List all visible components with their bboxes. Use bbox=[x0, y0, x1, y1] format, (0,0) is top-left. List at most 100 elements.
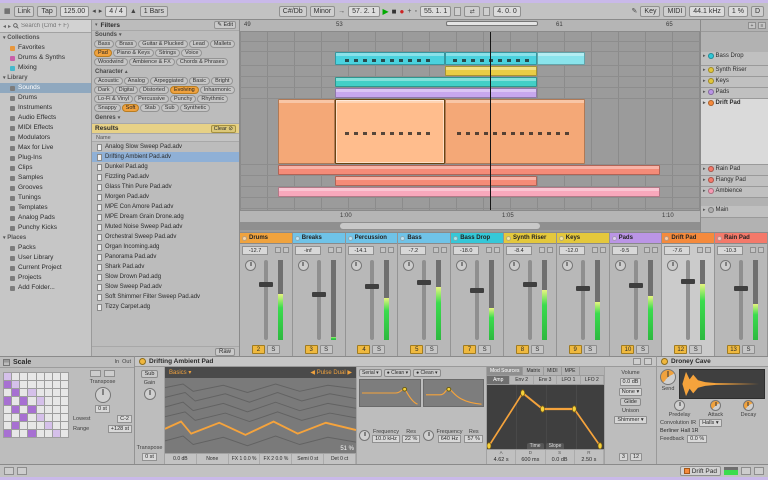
osc-parameter[interactable]: Det 0 ct bbox=[324, 454, 356, 464]
track-arm-button[interactable] bbox=[707, 53, 714, 59]
pitch-cell[interactable] bbox=[60, 389, 68, 397]
unfold-track-icon[interactable]: ▸ bbox=[703, 53, 706, 60]
volume-fader[interactable] bbox=[575, 260, 590, 340]
fader-handle[interactable] bbox=[734, 286, 749, 292]
beat-time-ruler[interactable]: 49 53 57 61 65 bbox=[240, 20, 700, 32]
track-header[interactable]: ▸ Drift Pad bbox=[701, 99, 768, 165]
sends-icon[interactable] bbox=[327, 247, 334, 253]
filter-tag[interactable]: Bass bbox=[94, 40, 115, 48]
track-activator[interactable]: 12 bbox=[674, 345, 688, 354]
filter-tag[interactable]: Arpeggiated bbox=[149, 77, 188, 85]
pitch-cell[interactable] bbox=[4, 389, 12, 397]
mixer-track-tab[interactable]: Drift Pad bbox=[662, 233, 715, 244]
filter2-res-knob[interactable] bbox=[423, 430, 435, 441]
filter-tag[interactable]: Sub bbox=[160, 104, 179, 112]
sidebar-place-item[interactable]: User Library bbox=[0, 253, 91, 263]
track-arm-button[interactable] bbox=[707, 78, 714, 84]
volume-fader[interactable] bbox=[470, 260, 485, 340]
mixer-track-tab[interactable]: Pads bbox=[609, 233, 662, 244]
io-icon[interactable] bbox=[282, 247, 289, 253]
pitch-cell[interactable] bbox=[52, 373, 60, 381]
ir-category-select[interactable]: Halls ▾ bbox=[699, 419, 722, 427]
track-activator[interactable]: 9 bbox=[568, 345, 582, 354]
wavetable-position-value[interactable]: 51 % bbox=[340, 446, 354, 452]
pitch-cell[interactable] bbox=[4, 381, 12, 389]
filter-tag[interactable]: Strings bbox=[154, 49, 180, 57]
pitch-cell[interactable] bbox=[36, 373, 44, 381]
filter-tag[interactable]: Woodwind bbox=[94, 58, 128, 66]
pitch-cell[interactable] bbox=[52, 405, 60, 413]
filter-tag[interactable]: Guitar & Plucked bbox=[138, 40, 188, 48]
fader-handle[interactable] bbox=[470, 288, 485, 293]
sends-icon[interactable] bbox=[697, 247, 704, 253]
envelope-tab[interactable]: Amp bbox=[487, 376, 511, 384]
pitch-cell[interactable] bbox=[20, 397, 28, 405]
sends-icon[interactable] bbox=[274, 247, 281, 253]
browser-result-row[interactable]: MPE Con Amore Pad.adv bbox=[92, 202, 239, 212]
sidebar-library-item[interactable]: Samples bbox=[0, 173, 91, 183]
transpose-value[interactable]: 0 st bbox=[95, 405, 110, 413]
pitch-cell[interactable] bbox=[44, 397, 52, 405]
sidebar-library-item[interactable]: Templates bbox=[0, 203, 91, 213]
wavetable-display[interactable]: 51 % bbox=[165, 378, 356, 453]
sidebar-place-item[interactable]: Projects bbox=[0, 273, 91, 283]
io-icon[interactable] bbox=[705, 247, 712, 253]
filter2-freq-value[interactable]: 640 Hz bbox=[437, 434, 462, 443]
sidebar-collection-item[interactable]: Favorites bbox=[0, 43, 91, 53]
sends-icon[interactable] bbox=[433, 247, 440, 253]
pitch-cell[interactable] bbox=[60, 397, 68, 405]
clip-lanes[interactable] bbox=[240, 32, 700, 210]
unfold-track-icon[interactable]: ▸ bbox=[703, 89, 706, 96]
volume-fader[interactable] bbox=[259, 260, 273, 340]
solo-button[interactable]: S bbox=[425, 345, 439, 354]
envelope-param[interactable]: S 0.0 dB bbox=[546, 450, 575, 464]
pitch-cell[interactable] bbox=[20, 421, 28, 429]
filter-tag[interactable]: Voice bbox=[180, 49, 203, 57]
raw-toggle[interactable]: Raw bbox=[214, 347, 235, 356]
pitch-cell[interactable] bbox=[4, 405, 12, 413]
loop-switch[interactable]: ⇄ bbox=[464, 5, 481, 17]
library-header[interactable]: ▾ Library bbox=[0, 73, 91, 83]
pitch-cell[interactable] bbox=[28, 413, 36, 421]
midi-out-selector[interactable] bbox=[104, 370, 115, 377]
pitch-cell[interactable] bbox=[20, 429, 28, 437]
mixer-track-tab[interactable]: Breaks bbox=[292, 233, 345, 244]
punch-in-button[interactable] bbox=[454, 6, 462, 16]
options-grid-icon[interactable]: ▦ bbox=[4, 6, 11, 17]
io-icon[interactable] bbox=[546, 247, 553, 253]
unfold-track-icon[interactable]: ▸ bbox=[703, 67, 706, 74]
fader-handle[interactable] bbox=[417, 280, 432, 285]
follow-button[interactable]: → bbox=[338, 6, 345, 17]
pitch-cell[interactable] bbox=[20, 381, 28, 389]
arrangement-clip[interactable] bbox=[335, 99, 445, 164]
io-icon[interactable] bbox=[441, 247, 448, 253]
envelope-param[interactable]: D 600 ms bbox=[516, 450, 546, 464]
filter-tag[interactable]: Mallets bbox=[209, 40, 236, 48]
sidebar-place-item[interactable]: Packs bbox=[0, 243, 91, 253]
mod-section-tab[interactable]: MPE bbox=[562, 367, 580, 375]
fader-handle[interactable] bbox=[259, 282, 273, 288]
device-power-button[interactable] bbox=[139, 358, 146, 365]
scale-root-select[interactable]: C#/Db bbox=[278, 5, 307, 17]
mod-section-tab[interactable]: Mod Sources bbox=[487, 367, 524, 375]
pan-knob[interactable] bbox=[403, 260, 415, 271]
solo-button[interactable]: S bbox=[636, 345, 650, 354]
track-header[interactable]: ▸ Bass Drop bbox=[701, 52, 768, 66]
track-header[interactable]: ▸ Synth Riser bbox=[701, 66, 768, 77]
track-header[interactable]: ▸ Flangy Pad bbox=[701, 176, 768, 187]
genres-group-label[interactable]: Genres ▾ bbox=[92, 114, 239, 123]
envelope-param[interactable]: R 2.50 s bbox=[575, 450, 604, 464]
clear-filters-button[interactable]: Clear ⊘ bbox=[210, 124, 236, 133]
osc-transpose-value[interactable]: 0 st bbox=[142, 453, 157, 461]
pitch-cell[interactable] bbox=[28, 381, 36, 389]
volume-field[interactable]: 0.0 dB bbox=[619, 378, 642, 386]
time-signature-field[interactable]: 4 / 4 bbox=[105, 5, 127, 17]
track-arm-button[interactable] bbox=[707, 89, 714, 95]
io-icon[interactable] bbox=[757, 247, 764, 253]
decay-knob[interactable] bbox=[742, 400, 754, 411]
mixer-track-tab[interactable]: Drums bbox=[240, 233, 292, 244]
track-activator[interactable]: 5 bbox=[410, 345, 424, 354]
pitch-cell[interactable] bbox=[60, 381, 68, 389]
mixer-track-tab[interactable]: Percussion bbox=[345, 233, 398, 244]
sends-icon[interactable] bbox=[591, 247, 598, 253]
